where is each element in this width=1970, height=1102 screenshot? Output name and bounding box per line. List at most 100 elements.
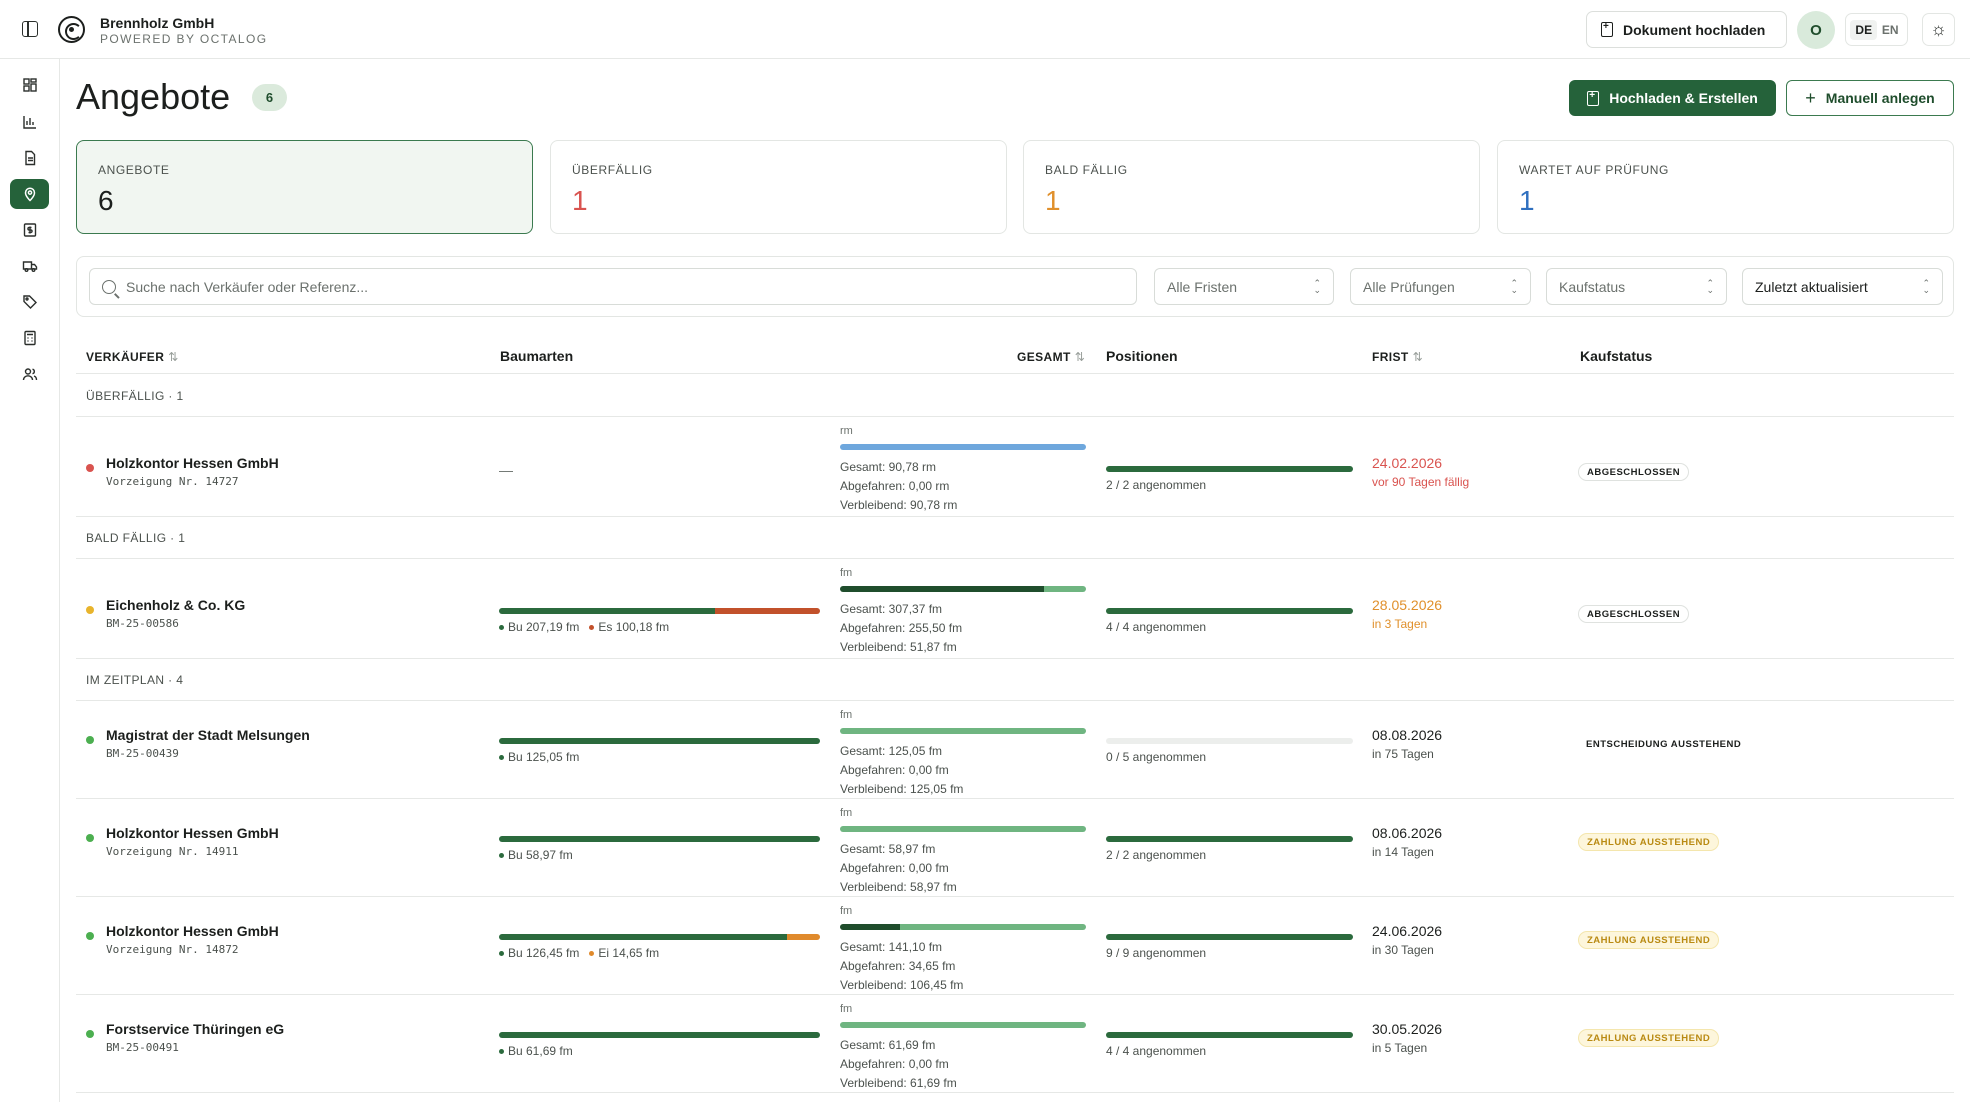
sidebar-item-documents[interactable] [10,143,49,173]
stat-value: 1 [572,185,588,216]
search-input[interactable] [126,278,1086,295]
chevron-up-down-icon: ⌃ ⌄ [1313,277,1321,295]
create-manual-button[interactable]: + Manuell anlegen [1786,80,1954,116]
brand-logo-icon [58,16,85,43]
positions-progress-bar [1106,934,1353,940]
unit-label: fm [840,905,853,917]
purchase-status-select[interactable]: Kaufstatus ⌃ ⌄ [1546,268,1727,305]
sidebar [0,59,60,1102]
deadline-relative: in 30 Tagen [1372,943,1434,957]
table-row[interactable]: Holzkontor Hessen GmbH Vorzeigung Nr. 148… [76,897,1954,995]
document-upload-icon [1587,90,1600,106]
species-empty: — [499,462,513,478]
status-dot [86,606,94,614]
stat-card-offers[interactable]: ANGEBOTE 6 [76,140,533,234]
upload-create-button[interactable]: Hochladen & Erstellen [1569,80,1776,116]
sidebar-item-dashboard[interactable] [10,70,49,100]
seller-reference: Vorzeigung Nr. 14911 [106,845,239,858]
positions-fill [1106,466,1353,472]
table-row[interactable]: Holzkontor Hessen GmbH Vorzeigung Nr. 147… [76,417,1954,517]
deadline-filter-select[interactable]: Alle Fristen ⌃ ⌄ [1154,268,1334,305]
deadline-relative: in 3 Tagen [1372,617,1428,631]
species-bar [499,836,820,842]
unit-label: fm [840,567,853,579]
search-icon [102,279,116,294]
total-progress-bar [840,586,1086,592]
sidebar-item-analytics[interactable] [10,107,49,137]
upload-document-button[interactable]: Dokument hochladen [1586,11,1787,48]
upload-document-label: Dokument hochladen [1623,21,1766,38]
collected-segment [840,924,901,930]
deadline-date: 24.02.2026 [1372,455,1443,471]
total-progress-bar [840,444,1086,450]
seller-name: Holzkontor Hessen GmbH [106,455,279,471]
species-legend-item: Es 100,18 fm [589,620,669,634]
sidebar-item-offers[interactable] [10,179,49,209]
purchase-status-badge: ABGESCHLOSSEN [1578,605,1690,623]
deadline-date: 24.06.2026 [1372,923,1443,939]
tag-icon [22,295,37,309]
collected-amount: Abgefahren: 0,00 fm [840,763,949,777]
sidebar-item-pricing[interactable] [10,287,49,317]
positions-text: 4 / 4 angenommen [1106,1044,1207,1058]
theme-toggle-button[interactable]: ☼ [1922,13,1955,46]
seller-reference: BM-25-00586 [106,617,179,630]
seller-reference: Vorzeigung Nr. 14727 [106,475,239,488]
deadline-relative: in 75 Tagen [1372,747,1434,761]
remaining-amount: Verbleibend: 51,87 fm [840,640,957,654]
avatar[interactable]: O [1797,11,1835,49]
collected-amount: Abgefahren: 0,00 fm [840,1057,949,1071]
lang-en-button[interactable]: EN [1878,20,1903,40]
unit-label: fm [840,1003,853,1015]
remaining-segment [1044,586,1086,592]
stat-label: WARTET AUF PRÜFUNG [1519,163,1669,177]
positions-text: 4 / 4 angenommen [1106,620,1207,634]
remaining-amount: Verbleibend: 61,69 fm [840,1076,957,1090]
group-header-due-soon: BALD FÄLLIG · 1 [76,517,1954,559]
create-manual-label: Manuell anlegen [1825,90,1935,106]
species-segment [715,608,820,614]
total-progress-bar [840,728,1086,734]
table-row[interactable]: Magistrat der Stadt Melsungen BM-25-00439… [76,701,1954,799]
deadline-filter-value: Alle Fristen [1167,278,1238,295]
column-deadline[interactable]: FRIST ⇅ [1372,350,1423,364]
table-row[interactable]: Forstservice Thüringen eG BM-25-00491 Bu 6… [76,995,1954,1093]
seller-reference: Vorzeigung Nr. 14872 [106,943,239,956]
status-dot [86,1030,94,1038]
table-row[interactable]: Eichenholz & Co. KG BM-25-00586 Bu 207,19 … [76,559,1954,659]
stat-card-due-soon[interactable]: BALD FÄLLIG 1 [1023,140,1480,234]
sidebar-item-users[interactable] [10,359,49,389]
sidebar-item-calculation[interactable] [10,323,49,353]
status-dot [86,736,94,744]
seller-name: Forstservice Thüringen eG [106,1021,285,1037]
sidebar-toggle-icon[interactable] [22,21,38,37]
total-amount: Gesamt: 58,97 fm [840,842,936,856]
column-total[interactable]: GESAMT ⇅ [1017,350,1085,364]
table-header: VERKÄUFER ⇅ Baumarten GESAMT ⇅ Positionen … [76,338,1954,374]
total-progress-bar [840,1022,1086,1028]
seller-name: Holzkontor Hessen GmbH [106,923,279,939]
positions-progress-bar [1106,466,1353,472]
collected-amount: Abgefahren: 0,00 rm [840,479,950,493]
column-seller[interactable]: VERKÄUFER ⇅ [86,350,179,364]
sort-icon: ⇅ [1412,350,1424,364]
table-row[interactable]: Holzkontor Hessen GmbH Vorzeigung Nr. 149… [76,799,1954,897]
species-dot [499,1048,504,1054]
purchase-status-badge: ABGESCHLOSSEN [1578,463,1690,481]
group-header-overdue: ÜBERFÄLLIG · 1 [76,375,1954,417]
stat-card-overdue[interactable]: ÜBERFÄLLIG 1 [550,140,1007,234]
sidebar-item-transport[interactable] [10,251,49,281]
chevron-up-down-icon: ⌃ ⌄ [1706,277,1714,295]
remaining-segment [840,826,1086,832]
document-upload-icon [1601,21,1613,37]
lang-de-button[interactable]: DE [1850,19,1878,40]
purchase-status-badge: ENTSCHEIDUNG AUSSTEHEND [1578,735,1750,753]
deadline-date: 08.08.2026 [1372,727,1443,743]
sort-select[interactable]: Zuletzt aktualisiert ⌃ ⌄ [1742,268,1943,305]
stat-card-awaiting-review[interactable]: WARTET AUF PRÜFUNG 1 [1497,140,1954,234]
plus-icon: + [1805,87,1816,108]
users-icon [22,368,37,381]
filter-bar: Alle Fristen ⌃⌄ Alle Prüfungen ⌃⌄ Kaufst… [76,256,1954,317]
review-filter-select[interactable]: Alle Prüfungen ⌃ ⌄ [1350,268,1531,305]
sidebar-item-payments[interactable] [10,215,49,245]
